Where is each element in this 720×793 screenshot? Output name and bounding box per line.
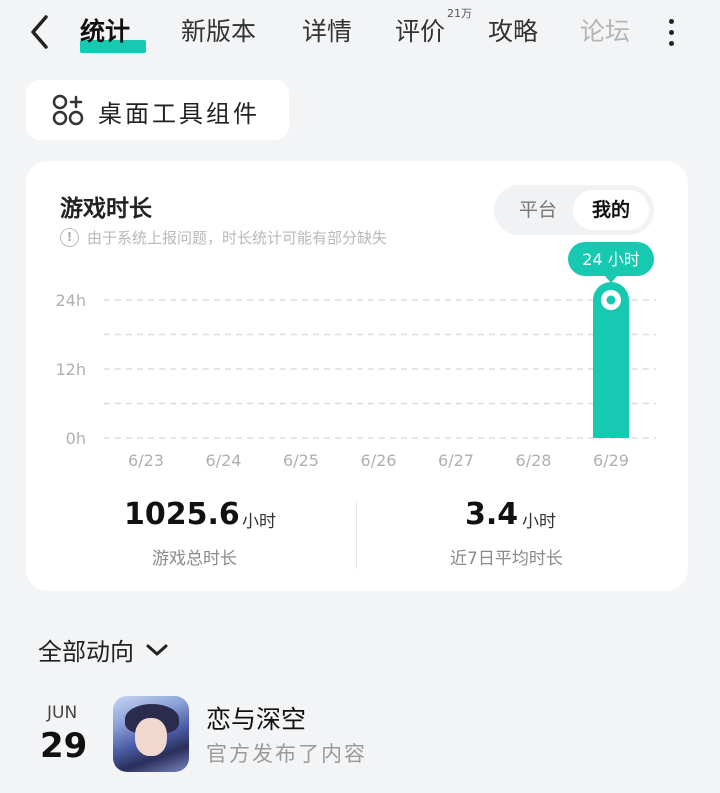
game-thumbnail[interactable] <box>113 696 189 772</box>
tab-stats[interactable]: 统计 <box>80 14 130 50</box>
back-icon[interactable] <box>26 12 58 52</box>
feed-day: 29 <box>40 726 88 766</box>
activity-filter-label: 全部动向 <box>38 638 134 666</box>
feed-subtitle: 官方发布了内容 <box>206 742 367 766</box>
y-tick-label: 24h <box>56 291 87 310</box>
desktop-widget-label: 桌面工具组件 <box>98 100 260 128</box>
widget-grid-icon <box>52 94 84 126</box>
tab-details[interactable]: 详情 <box>302 14 352 50</box>
x-tick-label: 6/25 <box>283 451 319 470</box>
x-tick-label: 6/23 <box>128 451 164 470</box>
tab-new-version[interactable]: 新版本 <box>181 14 256 50</box>
x-tick-label: 6/26 <box>361 451 397 470</box>
more-icon[interactable] <box>664 16 678 48</box>
reviews-count-badge: 21万 <box>447 7 472 20</box>
x-tick-label: 6/27 <box>438 451 474 470</box>
weekly-average-value: 3.4 <box>465 497 519 532</box>
x-tick-label: 6/28 <box>516 451 552 470</box>
chevron-down-icon <box>146 644 168 655</box>
bar-tooltip-label: 24 小时 <box>582 250 639 269</box>
tab-reviews[interactable]: 评价 <box>395 14 445 50</box>
activity-filter[interactable]: 全部动向 <box>38 632 172 667</box>
stats-divider <box>356 501 357 569</box>
top-bar: 统计 新版本 详情 评价 21万 攻略 论坛 <box>0 0 720 72</box>
x-tick-label: 6/24 <box>206 451 242 470</box>
y-tick-label: 0h <box>66 429 86 448</box>
weekly-average-unit: 小时 <box>522 512 556 532</box>
feed-month: JUN <box>47 703 78 723</box>
y-tick-label: 12h <box>56 360 87 379</box>
weekly-average-label: 近7日平均时长 <box>450 549 563 569</box>
playtime-chart: 0h 12h 24h 6/23 6/24 6/25 6/26 6/27 6/28 6/29 24 小… <box>56 242 656 470</box>
x-tick-label: 6/29 <box>593 451 629 470</box>
tab-guides[interactable]: 攻略 <box>488 14 538 50</box>
total-playtime-value: 1025.6 <box>124 497 240 532</box>
total-playtime-label: 游戏总时长 <box>152 549 237 569</box>
total-playtime-unit: 小时 <box>242 512 276 532</box>
tab-forum[interactable]: 论坛 <box>580 14 630 50</box>
desktop-widget-button[interactable]: 桌面工具组件 <box>26 80 289 140</box>
feed-game-title[interactable]: 恋与深空 <box>206 700 306 736</box>
bar-marker-dot <box>606 295 616 305</box>
bar-tooltip-pointer <box>604 275 618 283</box>
